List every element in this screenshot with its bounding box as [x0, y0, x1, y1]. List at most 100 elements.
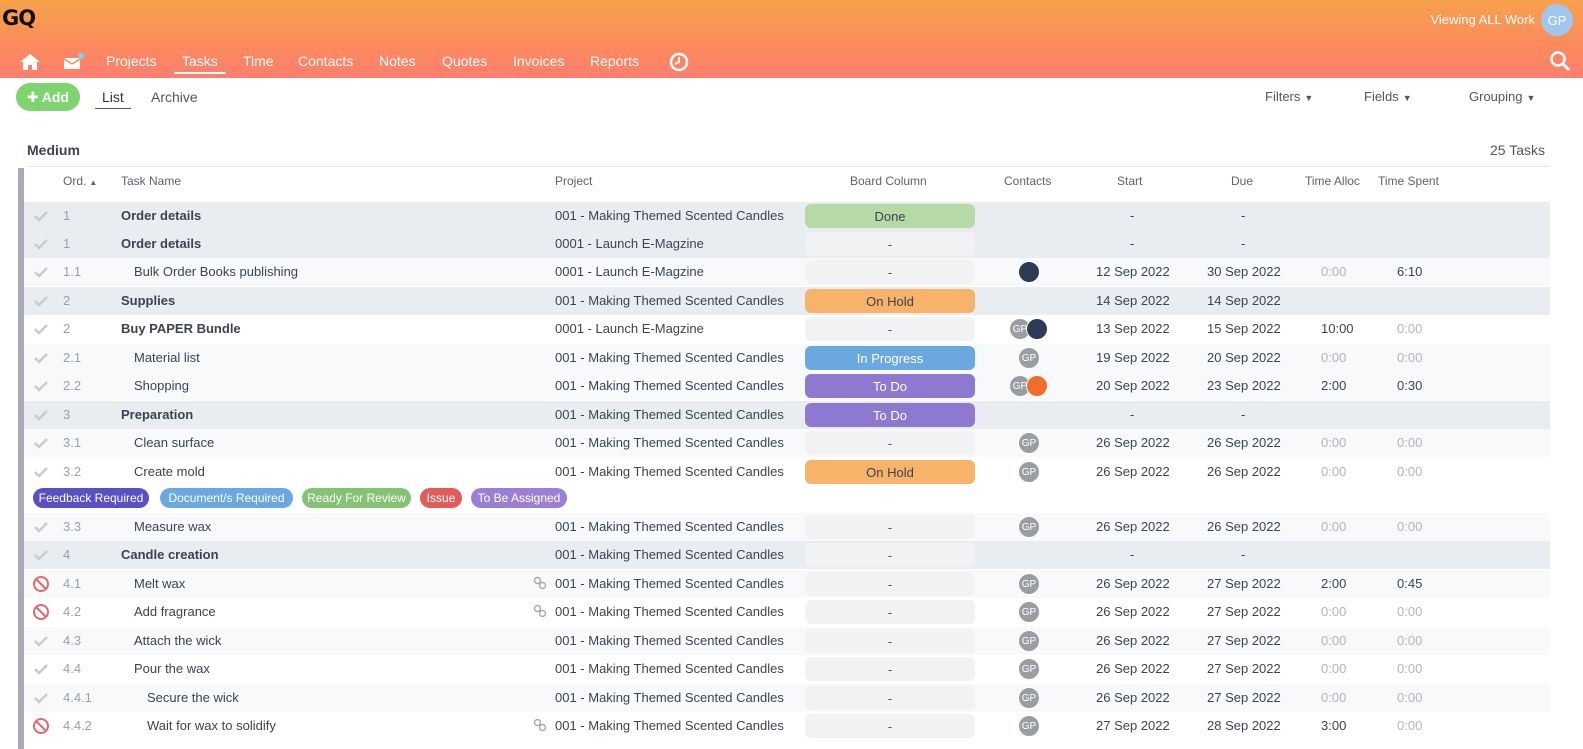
dependency-link-icon[interactable] — [533, 718, 547, 732]
task-name[interactable]: Clean surface — [134, 435, 214, 450]
task-project[interactable]: 001 - Making Themed Scented Candles — [555, 435, 784, 450]
task-name[interactable]: Bulk Order Books publishing — [134, 264, 298, 279]
nav-invoices[interactable]: Invoices — [513, 52, 564, 74]
board-column-badge[interactable]: - — [805, 629, 975, 653]
table-row[interactable]: 4.4.2 Wait for wax to solidify 001 - Makin… — [24, 712, 1550, 740]
table-row[interactable]: 3 Preparation 001 - Making Themed Scented … — [24, 401, 1550, 429]
complete-check-icon[interactable] — [32, 463, 50, 481]
col-project[interactable]: Project — [555, 174, 592, 188]
table-row[interactable]: 1.1 Bulk Order Books publishing 0001 - Lau… — [24, 258, 1550, 286]
col-board-column[interactable]: Board Column — [850, 174, 927, 188]
task-project[interactable]: 0001 - Launch E-Magzine — [555, 264, 704, 279]
task-start-date[interactable]: 20 Sep 2022 — [1096, 378, 1170, 393]
task-name[interactable]: Preparation — [121, 407, 193, 422]
board-column-badge[interactable]: On Hold — [805, 289, 975, 313]
board-column-badge[interactable]: - — [805, 431, 975, 455]
task-due-date[interactable]: 27 Sep 2022 — [1207, 633, 1281, 648]
complete-check-icon[interactable] — [32, 292, 50, 310]
task-start-date[interactable]: 14 Sep 2022 — [1096, 293, 1170, 308]
board-column-badge[interactable]: To Do — [805, 403, 975, 427]
tag-to-be-assigned[interactable]: To Be Assigned — [471, 488, 567, 508]
task-due-date[interactable]: 30 Sep 2022 — [1207, 264, 1281, 279]
task-start-date[interactable]: 26 Sep 2022 — [1096, 690, 1170, 705]
grouping-dropdown[interactable]: Grouping ▼ — [1469, 89, 1535, 104]
tag-ready-for-review[interactable]: Ready For Review — [302, 488, 411, 508]
task-name[interactable]: Supplies — [121, 293, 175, 308]
nav-notes[interactable]: Notes — [379, 52, 416, 74]
contact-avatar[interactable]: GP — [1018, 432, 1040, 454]
contact-avatar[interactable]: GP — [1018, 715, 1040, 737]
board-column-badge[interactable]: On Hold — [805, 460, 975, 484]
board-column-badge[interactable]: - — [805, 515, 975, 539]
task-project[interactable]: 001 - Making Themed Scented Candles — [555, 208, 784, 223]
task-start-date[interactable]: - — [1130, 407, 1134, 422]
task-project[interactable]: 001 - Making Themed Scented Candles — [555, 293, 784, 308]
task-name[interactable]: Material list — [134, 350, 200, 365]
task-due-date[interactable]: 28 Sep 2022 — [1207, 718, 1281, 733]
task-start-date[interactable]: 26 Sep 2022 — [1096, 464, 1170, 479]
complete-check-icon[interactable] — [32, 207, 50, 225]
col-time-spent[interactable]: Time Spent — [1378, 174, 1439, 188]
board-column-badge[interactable]: - — [805, 317, 975, 341]
tab-archive[interactable]: Archive — [151, 89, 198, 109]
col-contacts[interactable]: Contacts — [1004, 174, 1051, 188]
task-start-date[interactable]: 26 Sep 2022 — [1096, 576, 1170, 591]
task-start-date[interactable]: - — [1130, 547, 1134, 562]
task-project[interactable]: 001 - Making Themed Scented Candles — [555, 519, 784, 534]
task-start-date[interactable]: - — [1130, 236, 1134, 251]
complete-check-icon[interactable] — [32, 406, 50, 424]
board-column-badge[interactable]: - — [805, 686, 975, 710]
table-row[interactable]: 4 Candle creation 001 - Making Themed Scen… — [24, 541, 1550, 569]
task-project[interactable]: 001 - Making Themed Scented Candles — [555, 464, 784, 479]
tag-documents-required[interactable]: Document/s Required — [160, 488, 293, 508]
board-column-badge[interactable]: - — [805, 232, 975, 256]
task-due-date[interactable]: 27 Sep 2022 — [1207, 690, 1281, 705]
col-time-alloc[interactable]: Time Alloc — [1305, 174, 1360, 188]
tab-list[interactable]: List — [95, 89, 131, 109]
board-column-badge[interactable]: - — [805, 714, 975, 738]
task-name[interactable]: Melt wax — [134, 576, 185, 591]
task-start-date[interactable]: - — [1130, 208, 1134, 223]
board-column-badge[interactable]: - — [805, 572, 975, 596]
app-logo[interactable]: GQ — [2, 6, 36, 30]
task-name[interactable]: Add fragrance — [134, 604, 216, 619]
task-name[interactable]: Order details — [121, 208, 201, 223]
fields-dropdown[interactable]: Fields ▼ — [1364, 89, 1412, 104]
blocked-icon[interactable] — [32, 575, 50, 593]
table-row[interactable]: 4.1 Melt wax 001 - Making Themed Scented C… — [24, 570, 1550, 598]
task-project[interactable]: 001 - Making Themed Scented Candles — [555, 718, 784, 733]
task-due-date[interactable]: - — [1241, 208, 1245, 223]
complete-check-icon[interactable] — [32, 235, 50, 253]
complete-check-icon[interactable] — [32, 546, 50, 564]
contact-photo-avatar[interactable] — [1018, 261, 1040, 283]
task-due-date[interactable]: 27 Sep 2022 — [1207, 576, 1281, 591]
complete-check-icon[interactable] — [32, 689, 50, 707]
col-due[interactable]: Due — [1231, 174, 1253, 188]
task-start-date[interactable]: 12 Sep 2022 — [1096, 264, 1170, 279]
task-name[interactable]: Secure the wick — [147, 690, 239, 705]
nav-projects[interactable]: Projects — [106, 52, 157, 74]
complete-check-icon[interactable] — [32, 660, 50, 678]
task-start-date[interactable]: 13 Sep 2022 — [1096, 321, 1170, 336]
home-icon[interactable] — [19, 52, 41, 72]
board-column-badge[interactable]: - — [805, 260, 975, 284]
table-row[interactable]: 3.1 Clean surface 001 - Making Themed Scen… — [24, 429, 1550, 457]
task-project[interactable]: 001 - Making Themed Scented Candles — [555, 690, 784, 705]
task-project[interactable]: 001 - Making Themed Scented Candles — [555, 661, 784, 676]
task-name[interactable]: Attach the wick — [134, 633, 221, 648]
complete-check-icon[interactable] — [32, 377, 50, 395]
task-start-date[interactable]: 26 Sep 2022 — [1096, 435, 1170, 450]
complete-check-icon[interactable] — [32, 263, 50, 281]
complete-check-icon[interactable] — [32, 518, 50, 536]
task-name[interactable]: Shopping — [134, 378, 189, 393]
timer-clock-icon[interactable] — [668, 52, 690, 72]
task-project[interactable]: 0001 - Launch E-Magzine — [555, 236, 704, 251]
contact-avatar[interactable]: GP — [1018, 573, 1040, 595]
contact-avatar[interactable]: GP — [1018, 516, 1040, 538]
task-project[interactable]: 001 - Making Themed Scented Candles — [555, 350, 784, 365]
table-row[interactable]: 4.3 Attach the wick 001 - Making Themed Sc… — [24, 627, 1550, 655]
tag-issue[interactable]: Issue — [420, 488, 462, 508]
complete-check-icon[interactable] — [32, 632, 50, 650]
contact-avatar[interactable]: GP — [1018, 347, 1040, 369]
task-due-date[interactable]: 14 Sep 2022 — [1207, 293, 1281, 308]
